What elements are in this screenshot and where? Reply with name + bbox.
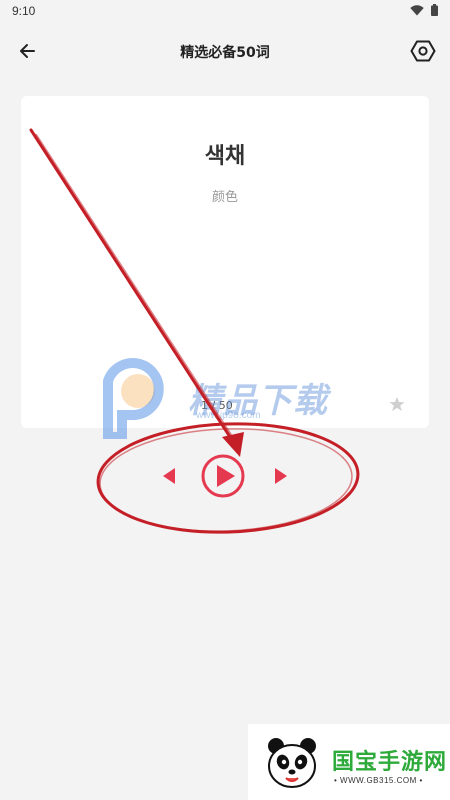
corner-badge-url: • WWW.GB315.COM • [334, 776, 423, 785]
corner-badge-brand: 国宝手游网 [332, 750, 448, 775]
word-korean: 색채 [204, 144, 246, 169]
prev-triangle-icon[interactable] [160, 466, 180, 486]
player-controls [150, 450, 300, 502]
status-time: 9:10 [12, 4, 36, 18]
wifi-icon [410, 5, 424, 16]
page-title: 精选必备50词 [180, 45, 270, 61]
next-triangle-icon[interactable] [270, 466, 290, 486]
star-icon[interactable] [389, 396, 405, 412]
status-bar: 9:10 [0, 0, 450, 22]
app-bar: 精选必备50词 [0, 30, 450, 74]
word-meaning: 颜色 [211, 190, 238, 205]
play-circle-icon[interactable] [200, 453, 246, 499]
panda-icon [268, 738, 316, 788]
settings-hexagon-icon[interactable] [410, 38, 436, 64]
watermark-url: www.jp9o.com [196, 410, 261, 421]
battery-icon [431, 4, 438, 16]
watermark-logo [103, 358, 164, 439]
corner-badge: 国宝手游网 • WWW.GB315.COM • [248, 724, 450, 800]
